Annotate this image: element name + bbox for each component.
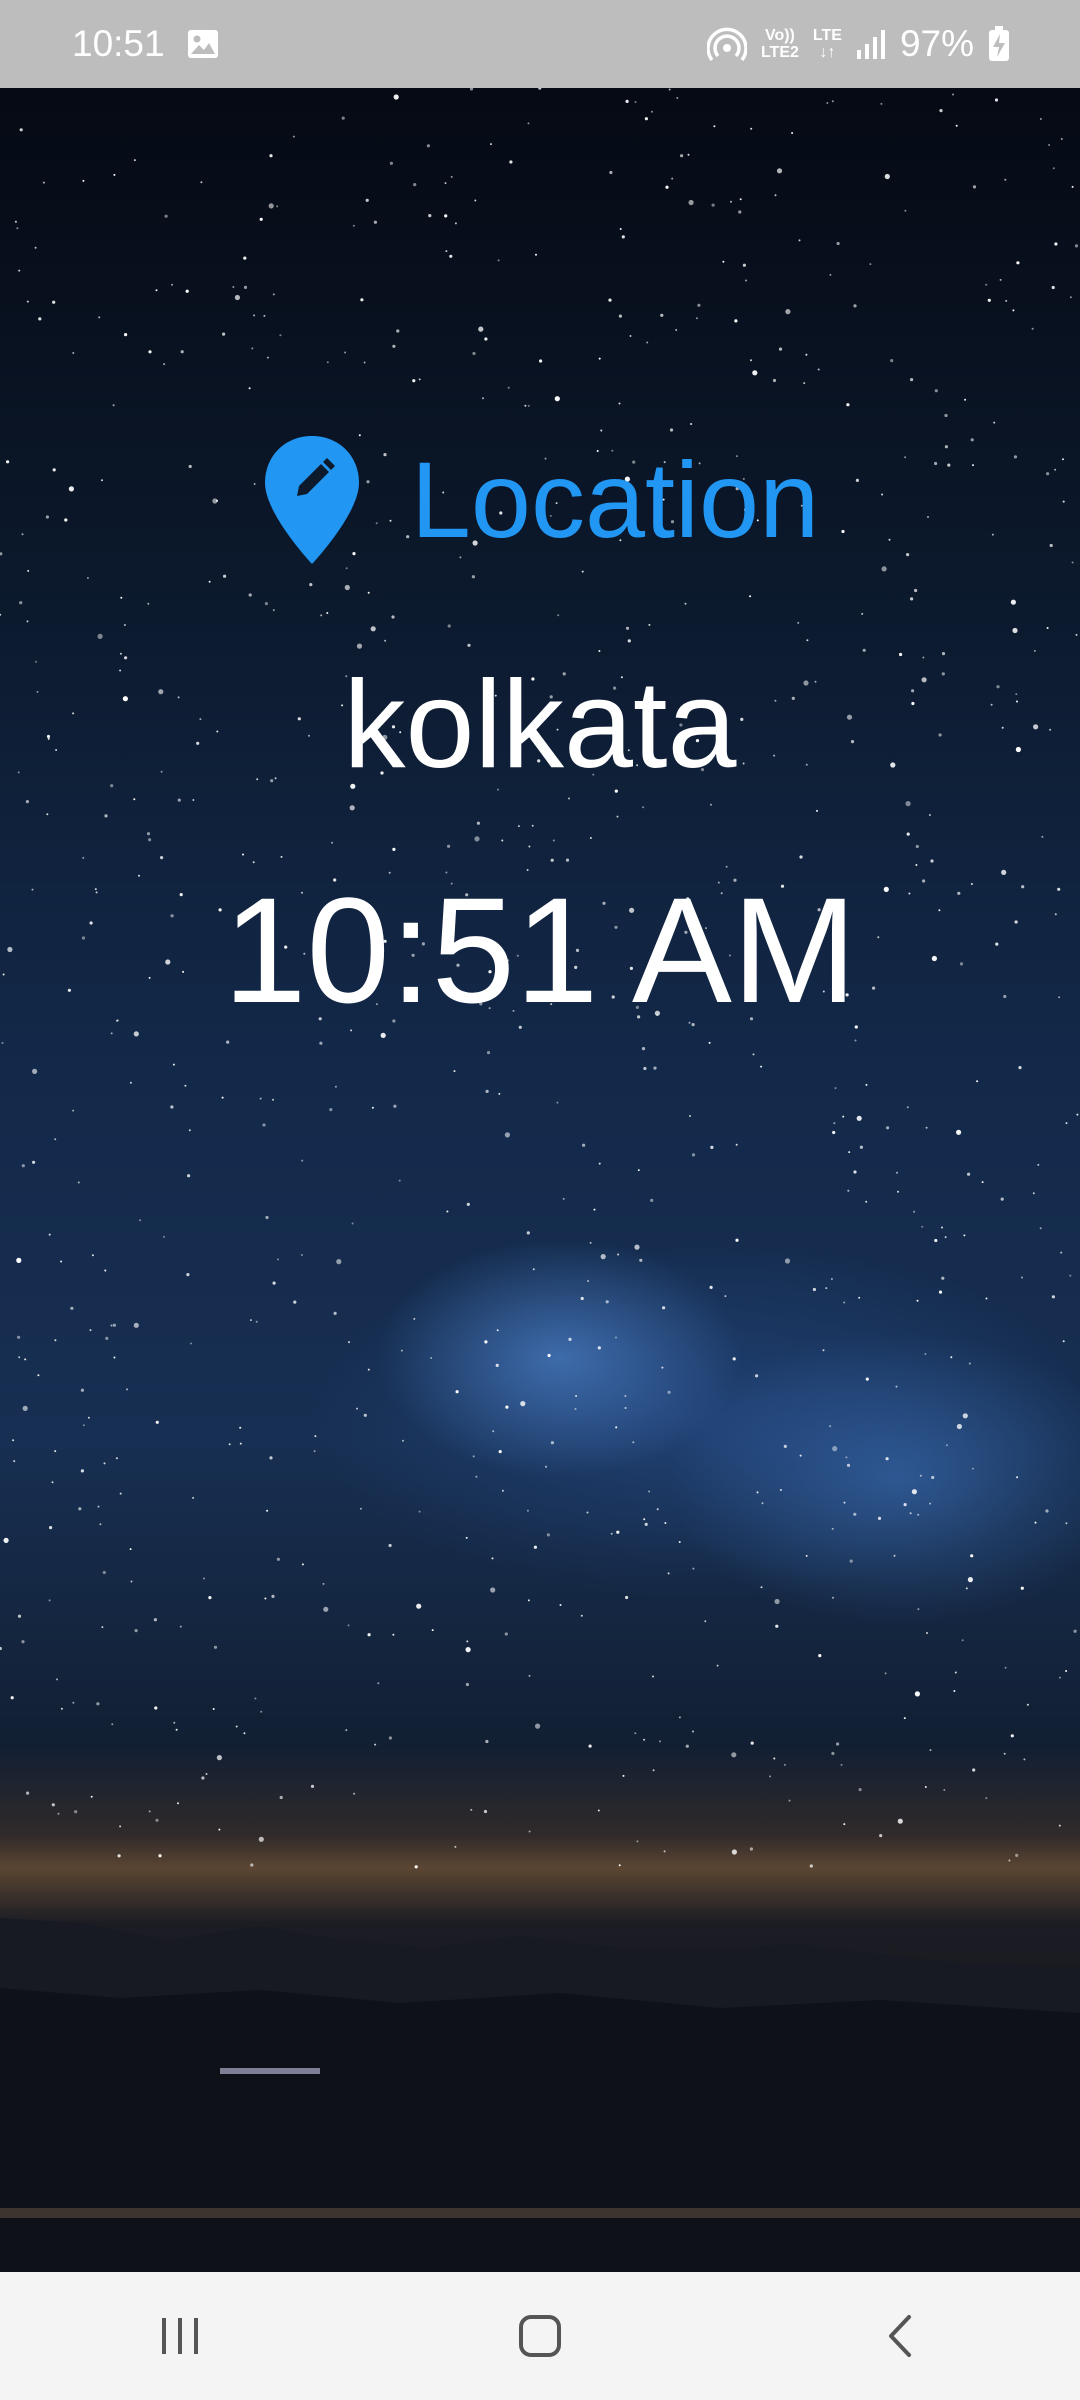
status-left: 10:51 — [72, 23, 219, 65]
lte-indicator: LTE ↓↑ — [812, 27, 842, 61]
image-icon — [187, 30, 218, 58]
back-button[interactable] — [840, 2286, 960, 2386]
battery-charging-icon — [989, 26, 1009, 61]
current-time: 10:51 AM — [223, 866, 857, 1034]
home-icon — [519, 2315, 561, 2357]
back-icon — [889, 2315, 911, 2357]
wifi-hotspot-icon — [706, 27, 747, 62]
status-time: 10:51 — [72, 23, 165, 64]
navigation-bar — [0, 2272, 1080, 2400]
status-right: Vo)) LTE2 LTE ↓↑ 97% — [706, 23, 1010, 65]
night-sky-background — [0, 88, 1080, 2272]
signal-bars-icon — [856, 30, 885, 59]
home-button[interactable] — [480, 2286, 600, 2386]
location-header: Location — [0, 430, 1080, 570]
battery-percent: 97% — [899, 23, 974, 64]
status-bar: 10:51 Vo)) LTE2 LTE ↓↑ 97% — [0, 0, 1080, 88]
location-pin-edit-icon[interactable] — [261, 434, 363, 566]
recent-apps-icon — [162, 2318, 198, 2354]
location-label: Location — [410, 439, 820, 560]
mountain-silhouette — [0, 1918, 1080, 2272]
volte-indicator: Vo)) LTE2 — [760, 27, 799, 61]
recent-apps-button[interactable] — [120, 2286, 240, 2386]
city-name: kolkata — [343, 656, 737, 794]
